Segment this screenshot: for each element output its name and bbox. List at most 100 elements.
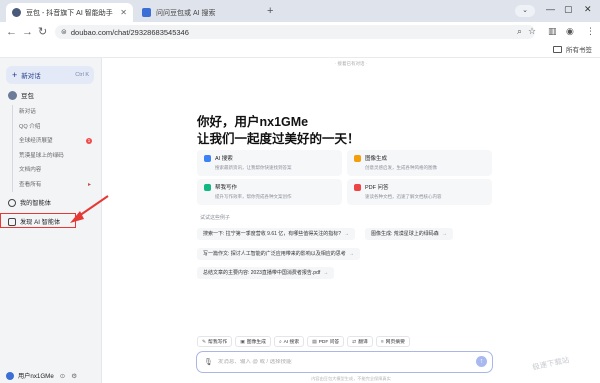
- forward-icon[interactable]: →: [22, 25, 33, 39]
- conversation-label: 新对话: [19, 109, 36, 115]
- search-icon: [204, 154, 211, 162]
- card-title: 图像生成: [365, 156, 388, 162]
- view-all-label: 查看所有: [19, 181, 42, 188]
- bot-name: 豆包: [21, 93, 34, 100]
- pdf-icon: ▤: [312, 340, 317, 345]
- main-panel: · 接着已有对话 · 你好，用户nx1GMe 让我们一起度过美好的一天！ AI …: [102, 58, 600, 383]
- conversation-list: 新对话 QQ 介绍 全球经济展望 1 荒漠星球上的绿码 文档内容 查看所有 ▸: [12, 105, 98, 192]
- card-desc: 提升写作效率，帮你完成各种文案创作: [215, 194, 292, 199]
- close-tab-icon[interactable]: ✕: [120, 8, 127, 17]
- conversation-label: QQ 介绍: [19, 123, 41, 130]
- discover-icon: [8, 217, 16, 226]
- caret-right-icon: ▸: [87, 181, 91, 188]
- conversation-label: 荒漠星球上的绿码: [19, 152, 64, 159]
- tab-search[interactable]: 问问豆包或 AI 搜索: [136, 3, 261, 22]
- conversation-hint: · 接着已有对话 ·: [334, 61, 368, 66]
- search-icon: ⌕: [278, 340, 282, 345]
- card-desc: 搜索最新资讯，让我帮你快速找到答案: [215, 165, 292, 170]
- doubao-favicon-icon: [12, 8, 21, 17]
- site-info-icon[interactable]: ⊜: [61, 28, 67, 36]
- tab-label: 豆包 - 抖音旗下 AI 智能助手: [26, 9, 113, 17]
- translate-icon: ⇄: [352, 340, 357, 345]
- conversation-item[interactable]: 荒漠星球上的绿码: [13, 149, 98, 164]
- view-all-item[interactable]: 查看所有 ▸: [13, 178, 98, 193]
- action-translate[interactable]: ⇄ 翻译: [347, 336, 373, 347]
- feature-card-writing[interactable]: 帮我写作 提升写作效率，帮你完成各种文案创作: [197, 179, 342, 205]
- action-pdf[interactable]: ▤ PDF 问答: [307, 336, 345, 347]
- action-label: 帮我写作: [208, 340, 228, 345]
- action-label: PDF 问答: [318, 340, 340, 345]
- bot-avatar: [8, 90, 17, 100]
- chip-text: 总结文章的主要内容: 2023直播带中国消费者报告.pdf: [203, 270, 321, 276]
- shortcut-hint: Ctrl K: [75, 72, 89, 78]
- menu-icon[interactable]: ⋮: [586, 26, 595, 37]
- arrow-right-icon: →: [441, 231, 447, 237]
- card-title: 帮我写作: [215, 185, 238, 191]
- action-image[interactable]: ▣ 图像生成: [235, 336, 271, 347]
- action-writing[interactable]: ✎ 帮我写作: [197, 336, 233, 347]
- folder-icon: [553, 45, 562, 53]
- card-desc: 速读各种文档，迅速了解文档核心内容: [365, 194, 442, 199]
- maximize-icon[interactable]: ▢: [564, 4, 573, 15]
- close-window-icon[interactable]: ✕: [584, 4, 592, 15]
- example-chip[interactable]: 写一篇作文: 探讨人工智能的广泛应用带来的影响以及相应的思考 →: [197, 248, 360, 260]
- address-text: doubao.com/chat/29328683545346: [70, 27, 189, 37]
- action-summary[interactable]: ≡ 网页摘要: [375, 336, 410, 347]
- discover-agents-label: 发现 AI 智能体: [20, 219, 61, 226]
- watermark: 极速下载站: [531, 355, 571, 372]
- bot-doubao[interactable]: 豆包: [8, 90, 34, 100]
- bookmark-star-icon[interactable]: ☆: [528, 26, 536, 37]
- reload-icon[interactable]: ↻: [38, 25, 47, 39]
- settings-icon[interactable]: ⚙: [71, 372, 77, 380]
- action-label: AI 搜索: [283, 340, 300, 345]
- browser-tab-strip: 豆包 - 抖音旗下 AI 智能助手 ✕ 问问豆包或 AI 搜索 + ⌄ — ▢ …: [0, 0, 600, 22]
- conversation-item[interactable]: 新对话: [13, 105, 98, 120]
- zoom-icon[interactable]: ⌕: [517, 26, 522, 37]
- download-icon[interactable]: ⊙: [60, 372, 65, 380]
- quick-actions: ✎ 帮我写作 ▣ 图像生成 ⌕ AI 搜索 ▤ PDF 问答 ⇄ 翻译 ≡ 网页摘要: [197, 336, 413, 347]
- conversation-item[interactable]: 全球经济展望 1: [13, 134, 98, 149]
- my-agents-label: 我的智能体: [20, 200, 51, 207]
- conversation-item[interactable]: QQ 介绍: [13, 120, 98, 135]
- examples-label: 试试这些例子: [200, 215, 231, 221]
- chip-text: 搜索一下: 拉宁第一季度营收 9.61 亿，有哪些值得关注的指标?: [203, 231, 342, 237]
- example-chip[interactable]: 总结文章的主要内容: 2023直播带中国消费者报告.pdf →: [197, 267, 335, 279]
- chip-text: 写一篇作文: 探讨人工智能的广泛应用带来的影响以及相应的思考: [203, 251, 346, 257]
- pen-icon: ✎: [202, 340, 207, 345]
- action-label: 网页摘要: [385, 340, 405, 345]
- address-bar[interactable]: ⊜ doubao.com/chat/29328683545346: [55, 25, 535, 39]
- action-label: 翻译: [358, 340, 368, 345]
- unread-badge: 1: [86, 138, 92, 144]
- arrow-right-icon: →: [344, 231, 350, 237]
- conversation-label: 文档内容: [19, 167, 42, 173]
- conversation-item[interactable]: 文档内容: [13, 163, 98, 178]
- my-agents-item[interactable]: 我的智能体: [8, 198, 51, 207]
- feature-card-image[interactable]: 图像生成 创意灵感启发，生成各种风格的图像: [347, 150, 492, 176]
- new-chat-button[interactable]: + 新对话 Ctrl K: [6, 66, 94, 84]
- minimize-icon[interactable]: —: [546, 4, 555, 14]
- action-search[interactable]: ⌕ AI 搜索: [273, 336, 305, 347]
- send-icon[interactable]: ↑: [476, 356, 487, 367]
- new-tab-icon[interactable]: +: [267, 5, 273, 17]
- back-icon[interactable]: ←: [6, 25, 17, 39]
- example-chip[interactable]: 搜索一下: 拉宁第一季度营收 9.61 亿，有哪些值得关注的指标? →: [197, 228, 356, 240]
- feature-card-ai-search[interactable]: AI 搜索 搜索最新资讯，让我帮你快速找到答案: [197, 150, 342, 176]
- profile-icon[interactable]: ◉: [566, 26, 574, 37]
- tab-search-dropdown-icon[interactable]: ⌄: [515, 5, 535, 17]
- reading-list-icon[interactable]: ▥: [548, 26, 557, 37]
- tab-doubao[interactable]: 豆包 - 抖音旗下 AI 智能助手 ✕: [6, 3, 133, 22]
- agents-icon: [8, 198, 16, 207]
- chat-input-box[interactable]: 🎙 ↑: [196, 351, 493, 373]
- feature-card-pdf[interactable]: PDF 问答 速读各种文档，迅速了解文档核心内容: [347, 179, 492, 205]
- new-chat-label: 新对话: [21, 73, 41, 80]
- microphone-icon[interactable]: 🎙: [204, 358, 213, 366]
- example-chip[interactable]: 图像生成: 荒漠星球上的绿码森 →: [365, 228, 453, 240]
- discover-agents-item[interactable]: 发现 AI 智能体: [8, 217, 60, 226]
- sidebar: + 新对话 Ctrl K 豆包 新对话 QQ 介绍 全球经济展望 1 荒漠星球上的…: [0, 58, 102, 383]
- card-title: AI 搜索: [215, 156, 233, 162]
- plus-icon: +: [12, 70, 18, 80]
- all-bookmarks-button[interactable]: 所有书签: [553, 44, 592, 54]
- message-input[interactable]: [217, 359, 448, 365]
- user-profile[interactable]: 用户nx1GMe ⊙ ⚙: [6, 371, 98, 380]
- bookmarks-bar: 所有书签: [0, 42, 600, 58]
